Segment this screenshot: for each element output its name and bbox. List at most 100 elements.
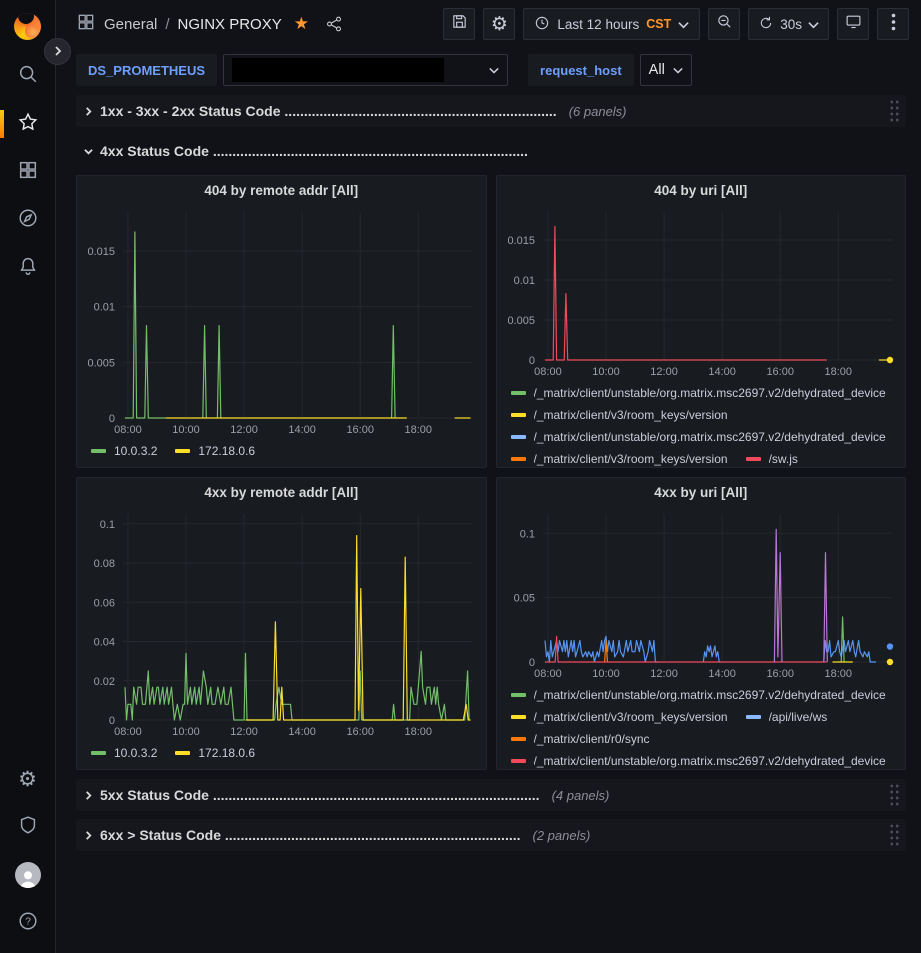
chart-legend: 10.0.3.2 172.18.0.6 (77, 740, 486, 769)
sidebar-item-help[interactable]: ? (0, 899, 55, 947)
timezone-label: CST (646, 17, 671, 31)
svg-text:0.1: 0.1 (519, 528, 534, 540)
legend-item[interactable]: 172.18.0.6 (175, 742, 255, 764)
share-icon[interactable] (325, 15, 343, 33)
svg-text:0.02: 0.02 (94, 676, 115, 688)
variable-value-dropdown[interactable]: All (640, 54, 692, 86)
breadcrumb-folder[interactable]: General (104, 16, 157, 33)
legend-item[interactable]: /_matrix/client/unstable/org.matrix.msc2… (511, 426, 886, 448)
row-6xx[interactable]: 6xx > Status Code ......................… (76, 819, 906, 851)
time-series-chart[interactable]: 00.0050.010.01508:0010:0012:0014:0016:00… (497, 204, 906, 380)
dashboard-settings-button[interactable]: ⚙ (483, 8, 515, 40)
dashboards-grid-icon (17, 159, 39, 186)
row-drag-handle[interactable] (889, 783, 900, 807)
legend-series-label: 10.0.3.2 (114, 444, 157, 458)
row-5xx[interactable]: 5xx Status Code ........................… (76, 779, 906, 811)
sidebar-item-alerting[interactable] (0, 244, 55, 292)
legend-series-color (91, 449, 106, 453)
time-series-chart[interactable]: 00.050.108:0010:0012:0014:0016:0018:00 (497, 506, 906, 682)
sidebar-item-server-admin[interactable] (0, 803, 55, 851)
legend-series-label: 172.18.0.6 (198, 746, 255, 760)
bell-icon (17, 255, 39, 282)
panel-404-by-uri: 404 by uri [All] 00.0050.010.01508:0010:… (496, 175, 907, 468)
svg-text:10:00: 10:00 (592, 366, 620, 378)
row-panel-count: (4 panels) (552, 788, 610, 803)
legend-series-color (175, 449, 190, 453)
zoom-out-button[interactable] (708, 8, 740, 40)
kebab-menu-button[interactable] (877, 8, 909, 40)
legend-item[interactable]: /_matrix/client/v3/room_keys/version (511, 706, 728, 728)
svg-text:0.1: 0.1 (100, 519, 115, 531)
legend-item[interactable]: /sw.js (746, 448, 798, 467)
legend-item[interactable]: 172.18.0.6 (175, 440, 255, 462)
legend-item[interactable]: 10.0.3.2 (91, 742, 157, 764)
sidebar-item-profile[interactable] (0, 851, 55, 899)
chevron-down-icon (808, 17, 819, 32)
chevron-right-icon (76, 831, 100, 840)
legend-item[interactable]: /_matrix/client/unstable/org.matrix.msc2… (511, 684, 886, 706)
help-icon: ? (17, 910, 39, 937)
favorite-star-icon[interactable]: ★ (294, 14, 309, 34)
legend-series-color (511, 413, 526, 417)
svg-text:08:00: 08:00 (534, 668, 562, 680)
legend-series-color (511, 391, 526, 395)
legend-item[interactable]: /_matrix/client/r0/sync (511, 728, 650, 750)
svg-text:0.06: 0.06 (94, 597, 115, 609)
tv-mode-button[interactable] (837, 8, 869, 40)
legend-item[interactable]: /_matrix/client/v3/room_keys/version (511, 448, 728, 467)
svg-text:16:00: 16:00 (766, 668, 794, 680)
sidebar-item-explore[interactable] (0, 196, 55, 244)
svg-text:12:00: 12:00 (230, 726, 258, 738)
time-series-chart[interactable]: 00.020.040.060.080.108:0010:0012:0014:00… (77, 506, 486, 740)
svg-text:18:00: 18:00 (405, 726, 433, 738)
breadcrumb-dashboard-title[interactable]: NGINX PROXY (178, 16, 282, 33)
svg-text:18:00: 18:00 (405, 424, 433, 436)
dashboard-toolbar: General / NGINX PROXY ★ ⚙ Last 12 hours … (56, 0, 921, 48)
svg-text:14:00: 14:00 (708, 668, 736, 680)
row-title: 1xx - 3xx - 2xx Status Code ............… (100, 103, 557, 119)
svg-text:0.08: 0.08 (94, 558, 115, 570)
redacted-value (232, 58, 444, 82)
legend-series-color (511, 435, 526, 439)
sidebar-item-configuration[interactable]: ⚙ (0, 755, 55, 803)
legend-item[interactable]: /_matrix/client/unstable/org.matrix.msc2… (511, 750, 886, 769)
compass-icon (17, 207, 39, 234)
legend-series-color (746, 715, 761, 719)
panel-title[interactable]: 404 by uri [All] (497, 176, 906, 204)
chevron-down-icon (489, 61, 499, 79)
sidebar-item-dashboards[interactable] (0, 148, 55, 196)
svg-text:0.015: 0.015 (507, 235, 535, 247)
time-series-chart[interactable]: 00.0050.010.01508:0010:0012:0014:0016:00… (77, 204, 486, 438)
row-drag-handle[interactable] (889, 99, 900, 123)
legend-series-label: /sw.js (769, 452, 798, 466)
legend-item[interactable]: /_matrix/client/unstable/org.matrix.msc2… (511, 382, 886, 404)
shield-icon (17, 814, 39, 841)
variable-value-dropdown[interactable] (223, 54, 508, 86)
row-4xx[interactable]: 4xx Status Code ........................… (76, 135, 906, 167)
save-dashboard-button[interactable] (443, 8, 475, 40)
time-picker[interactable]: Last 12 hours CST (523, 8, 700, 40)
panel-title[interactable]: 4xx by remote addr [All] (77, 478, 486, 506)
legend-item[interactable]: /_matrix/client/v3/room_keys/version (511, 404, 728, 426)
legend-series-label: /_matrix/client/r0/sync (534, 732, 650, 746)
svg-text:08:00: 08:00 (114, 726, 142, 738)
legend-item[interactable]: 10.0.3.2 (91, 440, 157, 462)
row-1xx-3xx-2xx[interactable]: 1xx - 3xx - 2xx Status Code ............… (76, 95, 906, 127)
refresh-picker[interactable]: 30s (748, 8, 829, 40)
legend-series-label: /_matrix/client/unstable/org.matrix.msc2… (534, 688, 886, 702)
zoom-out-icon (716, 13, 733, 35)
svg-text:?: ? (25, 916, 31, 927)
svg-text:16:00: 16:00 (346, 424, 374, 436)
legend-item[interactable]: /api/live/ws (746, 706, 828, 728)
row-drag-handle[interactable] (889, 823, 900, 847)
svg-text:08:00: 08:00 (114, 424, 142, 436)
svg-text:12:00: 12:00 (650, 366, 678, 378)
legend-series-label: /api/live/ws (769, 710, 828, 724)
sidebar-item-starred[interactable] (0, 100, 55, 148)
sidebar-expand-button[interactable] (44, 38, 71, 65)
panel-title[interactable]: 4xx by uri [All] (497, 478, 906, 506)
panel-title[interactable]: 404 by remote addr [All] (77, 176, 486, 204)
apps-grid-icon (76, 12, 96, 37)
row-panel-count: (2 panels) (533, 828, 591, 843)
legend-series-label: /_matrix/client/v3/room_keys/version (534, 408, 728, 422)
